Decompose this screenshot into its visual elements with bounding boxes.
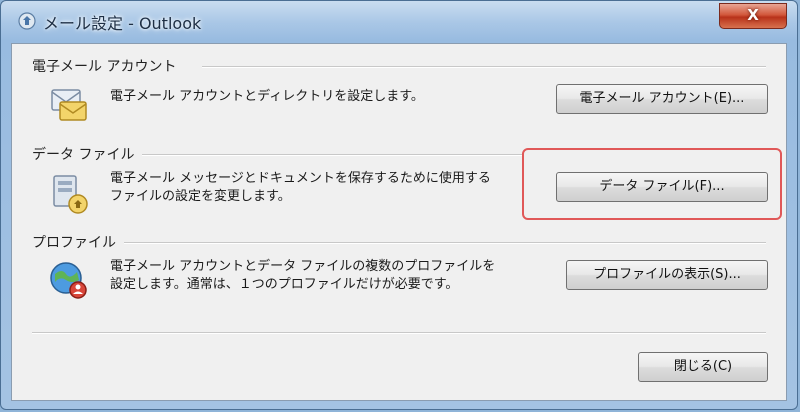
- profiles-description-line-1: 電子メール アカウントとデータ ファイルの複数のプロファイルを: [110, 259, 496, 274]
- section-divider: [202, 66, 766, 68]
- title-bar[interactable]: メール設定 - Outlook X: [1, 1, 797, 41]
- mail-setup-window: メール設定 - Outlook X 電子メール アカウント 電子メール アカウン…: [0, 0, 798, 410]
- close-dialog-button[interactable]: 閉じる(C): [638, 352, 768, 382]
- data-files-button[interactable]: データ ファイル(F)...: [556, 172, 768, 202]
- profiles-description-line-2: 設定します。通常は、１つのプロファイルだけが必要です。: [110, 277, 459, 292]
- mail-setup-app-icon: [18, 12, 36, 30]
- data-files-description-line-1: 電子メール メッセージとドキュメントを保存するために使用する: [110, 171, 491, 186]
- show-profiles-button[interactable]: プロファイルの表示(S)...: [566, 260, 768, 290]
- email-accounts-description: 電子メール アカウントとディレクトリを設定します。: [110, 89, 424, 104]
- footer-divider: [32, 332, 766, 334]
- section-label-profiles: プロファイル: [32, 235, 116, 251]
- data-file-icon: [53, 175, 88, 214]
- dialog-content: 電子メール アカウント 電子メール アカウントとディレクトリを設定します。 電子…: [11, 43, 787, 401]
- data-files-description-line-2: ファイルの設定を変更します。: [110, 189, 291, 204]
- email-accounts-button[interactable]: 電子メール アカウント(E)...: [556, 84, 768, 114]
- section-label-email-accounts: 電子メール アカウント: [32, 59, 177, 75]
- window-title: メール設定 - Outlook: [43, 14, 202, 33]
- section-divider: [124, 242, 766, 244]
- section-divider: [142, 154, 522, 156]
- mail-accounts-icon: [51, 89, 87, 121]
- profile-globe-icon: [50, 262, 87, 299]
- window-close-button[interactable]: X: [719, 3, 787, 29]
- section-label-data-files: データ ファイル: [32, 147, 135, 163]
